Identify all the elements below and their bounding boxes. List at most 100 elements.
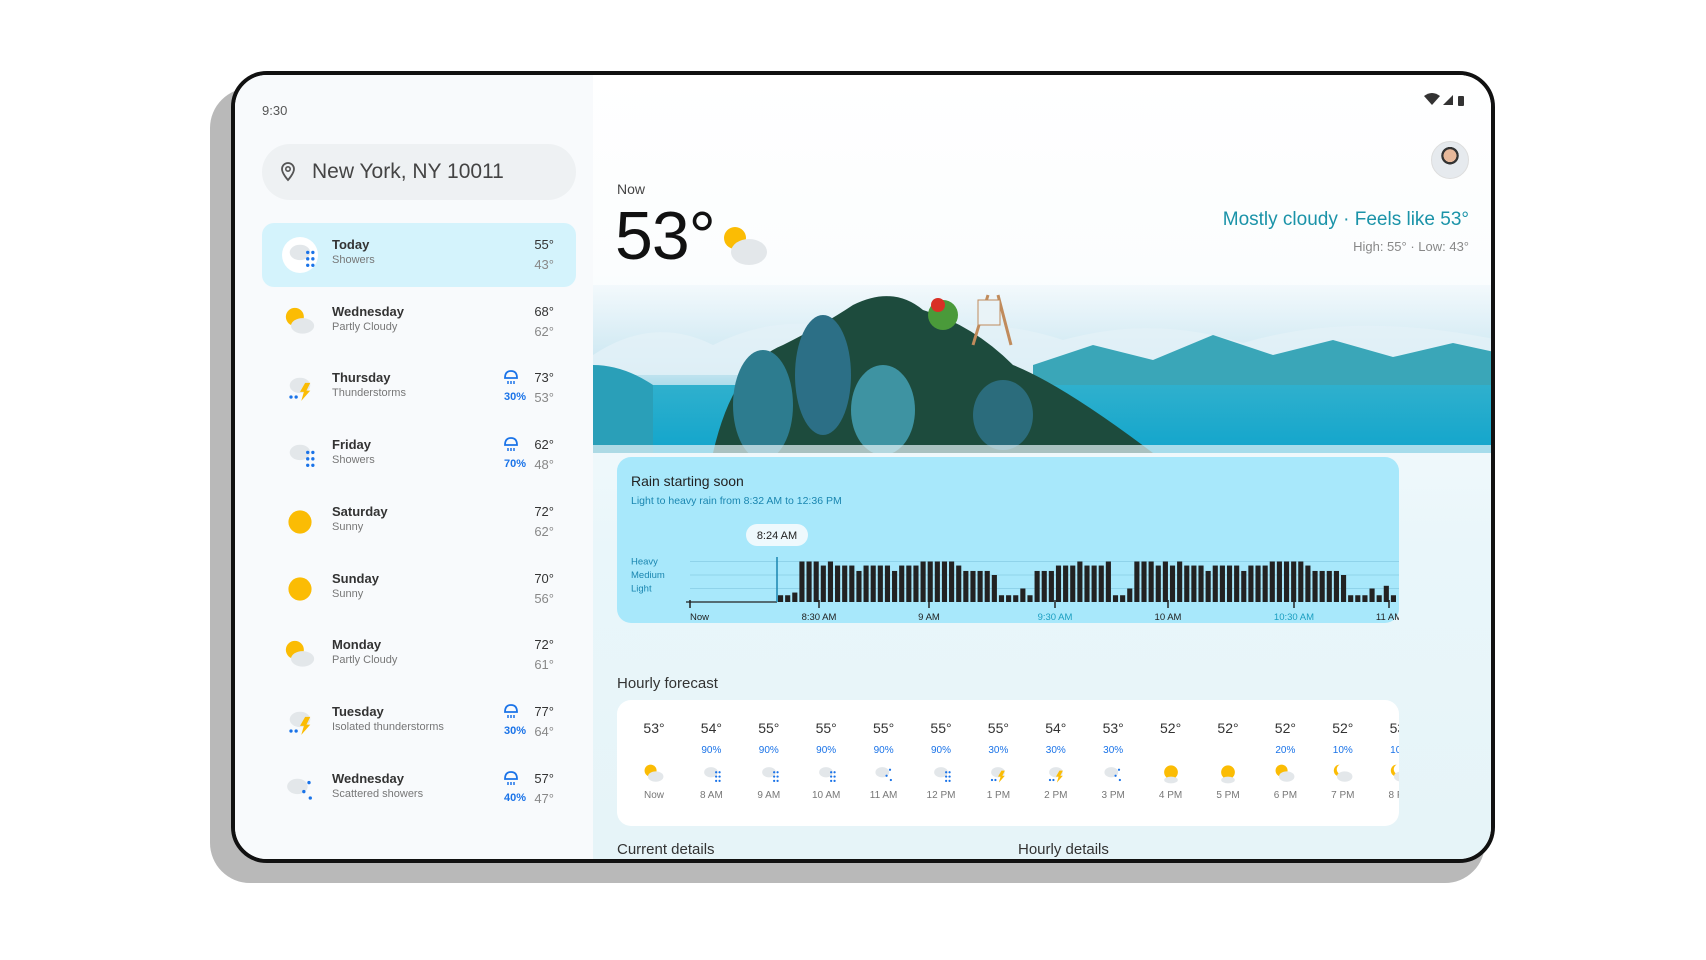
low-temp: 56° <box>534 590 554 606</box>
showers-icon <box>282 237 318 273</box>
rain-bar <box>1077 561 1083 602</box>
rain-bar <box>1084 565 1090 602</box>
rain-bar <box>1041 570 1047 602</box>
x-tick-label: 11 AM <box>1376 612 1399 623</box>
rain-bar <box>820 565 826 602</box>
hour-precip: 90% <box>816 745 837 756</box>
rain-bar <box>1091 565 1097 602</box>
partly-cloudy-icon <box>1273 762 1297 786</box>
rain-bar <box>1226 565 1233 602</box>
low-temp: 62° <box>534 523 554 539</box>
mostly-sunny-icon <box>1216 762 1240 786</box>
rain-bar <box>934 561 940 602</box>
tablet-frame: 9:30 New York, NY 10011 Today Showers 55… <box>231 71 1495 863</box>
level-label: Heavy <box>631 557 658 568</box>
hour-precip: 30% <box>988 745 1009 756</box>
hour-time: 11 AM <box>869 790 898 801</box>
hourly-forecast-card[interactable]: 53° Now 54° 90% 8 AM 55° 90% 9 AM 55° 90% 1… <box>617 700 1399 826</box>
day-condition: Sunny <box>332 587 364 600</box>
day-row[interactable]: Tuesday Isolated thunderstorms 30% 77° 6… <box>262 690 576 754</box>
rain-bar <box>1262 565 1268 602</box>
day-name: Friday <box>332 437 372 453</box>
day-row[interactable]: Friday Showers 70% 62° 48° <box>262 423 576 487</box>
rain-bar <box>863 565 869 602</box>
hour-time: 6 PM <box>1273 790 1298 801</box>
rain-bar <box>1376 595 1382 602</box>
wifi-icon <box>1424 93 1440 105</box>
rain-bar <box>1355 595 1361 602</box>
signal-icon <box>1443 95 1453 105</box>
location-search[interactable]: New York, NY 10011 <box>262 144 576 200</box>
rain-bar <box>1219 565 1225 602</box>
day-row[interactable]: Saturday Sunny 72° 62° <box>262 490 576 554</box>
battery-icon <box>1458 96 1464 106</box>
partly-cloudy-icon <box>282 304 318 340</box>
low-temp: 61° <box>534 657 554 673</box>
thunderstorms-icon <box>1044 762 1068 786</box>
hour-precip: 90% <box>701 745 722 756</box>
high-temp: 72° <box>534 637 554 653</box>
hour-time: 4 PM <box>1158 790 1183 801</box>
rain-bar <box>1369 588 1375 602</box>
partly-cloudy-icon <box>282 637 318 673</box>
rain-chart[interactable]: Heavy Medium Light 8:24 AM Now 8:30 AM 9 AM 9:3… <box>617 457 1399 623</box>
rain-bar <box>1298 561 1304 602</box>
rain-bar <box>813 561 819 602</box>
precip-chance: 30% <box>503 724 526 737</box>
hourly-item: 54° 90% 8 AM <box>680 700 742 826</box>
day-row[interactable]: Thursday Thunderstorms 30% 73° 53° <box>262 356 576 420</box>
weather-illustration <box>593 285 1491 453</box>
x-tick-label: 10:30 AM <box>1274 612 1314 623</box>
hour-precip: 30% <box>1103 745 1124 756</box>
hour-temp: 52° <box>1217 720 1239 736</box>
rain-bar <box>1205 570 1211 602</box>
sunny-icon <box>282 571 318 607</box>
day-row[interactable]: Today Showers 55° 43° <box>262 223 576 287</box>
rain-bar <box>806 561 812 602</box>
current-temperature: 53° <box>615 198 716 274</box>
rain-bar <box>1234 565 1240 602</box>
rain-bar <box>927 561 933 602</box>
rain-bar <box>1283 561 1290 602</box>
rain-bar <box>1383 585 1389 602</box>
rain-bar <box>1020 588 1026 602</box>
high-temp: 62° <box>534 437 554 453</box>
rain-bar <box>1340 575 1347 602</box>
x-tick-label: 9:30 AM <box>1038 612 1073 623</box>
rain-bar <box>1390 595 1396 602</box>
rain-bar <box>1013 595 1019 602</box>
day-name: Wednesday <box>332 770 405 786</box>
main-panel: Now 53° Mostly cloudy · Feels like 53° H… <box>593 75 1491 859</box>
day-row[interactable]: Wednesday Partly Cloudy 68° 62° <box>262 290 576 354</box>
hour-time: 8 PM <box>1388 790 1399 801</box>
account-avatar[interactable] <box>1431 141 1469 179</box>
showers-icon <box>699 762 723 786</box>
hour-precip: 10% <box>1390 745 1399 756</box>
scattered-showers-icon <box>872 762 896 786</box>
hourly-item: 53° 30% 3 PM <box>1082 700 1144 826</box>
day-name: Saturday <box>332 503 388 519</box>
day-row[interactable]: Monday Partly Cloudy 72° 61° <box>262 623 576 687</box>
partly-cloudy-night-icon <box>1388 762 1399 786</box>
rain-bar <box>842 565 848 602</box>
day-name: Tuesday <box>332 703 384 719</box>
rain-bar <box>1255 565 1261 602</box>
rain-chance-icon <box>504 437 518 452</box>
low-temp: 48° <box>534 457 554 473</box>
day-condition: Showers <box>332 454 375 467</box>
precip-chance: 70% <box>503 458 526 471</box>
day-name: Thursday <box>332 370 391 386</box>
hourly-item: 55° 90% 12 PM <box>910 700 972 826</box>
rain-bar <box>849 565 855 602</box>
day-row[interactable]: Sunday Sunny 70° 56° <box>262 557 576 621</box>
hour-temp: 52° <box>1332 720 1354 736</box>
hour-temp: 55° <box>758 720 780 736</box>
sidebar: 9:30 New York, NY 10011 Today Showers 55… <box>235 75 593 859</box>
day-row[interactable]: Wednesday Scattered showers 40% 57° 47° <box>262 757 576 821</box>
rain-bar <box>884 565 891 602</box>
day-condition: Partly Cloudy <box>332 320 398 333</box>
low-temp: 43° <box>534 257 554 272</box>
level-label: Medium <box>631 570 665 581</box>
rain-card[interactable]: Rain starting soon Light to heavy rain f… <box>617 457 1399 623</box>
showers-icon <box>282 437 318 473</box>
